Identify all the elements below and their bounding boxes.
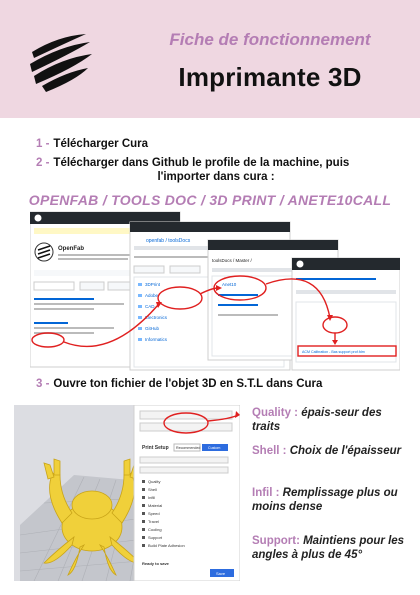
step-number: 3 - — [36, 378, 50, 390]
svg-text:Informatics: Informatics — [145, 337, 168, 342]
step-text: Télécharger dans Github le profile de la… — [53, 157, 350, 169]
prop-support: Support: Maintiens pour les angles à plu… — [252, 535, 405, 561]
svg-text:Speed: Speed — [148, 511, 160, 516]
github-org-name: OpenFab — [58, 246, 84, 252]
svg-text:Infill: Infill — [148, 495, 155, 500]
svg-text:Build Plate Adhesion: Build Plate Adhesion — [148, 543, 185, 548]
step-1: 1 - Télécharger Cura — [36, 138, 148, 150]
prop-quality: Quality : épais-seur des traits — [252, 407, 382, 433]
step-2: 2 - Télécharger dans Github le profile de… — [36, 156, 388, 184]
step-number: 2 - — [36, 157, 50, 169]
svg-text:Shell: Shell — [148, 487, 157, 492]
header-band: Fiche de fonctionnement Imprimante 3D — [0, 0, 420, 118]
svg-text:Support: Support — [148, 535, 163, 540]
svg-text:GitHub: GitHub — [145, 326, 160, 331]
svg-text:3DPrint: 3DPrint — [145, 282, 161, 287]
github-file-window: ACM Calibration - Bas support prof.fdm — [291, 257, 400, 371]
cura-ready-status: Ready to save — [142, 561, 170, 566]
svg-text:Cooling: Cooling — [148, 527, 162, 532]
step-text: Télécharger Cura — [53, 138, 149, 150]
svg-text:CAD: CAD — [145, 304, 155, 309]
github-path: OPENFAB / TOOLS DOC / 3D PRINT / ANETE10… — [28, 192, 392, 208]
svg-text:Material: Material — [148, 503, 162, 508]
github-file-row: Anet10 — [222, 282, 237, 287]
prop-shell: Shell : Choix de l'épaisseur — [252, 445, 402, 457]
github-file-highlight: ACM Calibration - Bas support prof.fdm — [302, 350, 365, 354]
github-master-path: toolsDocs / Master / — [212, 258, 253, 263]
page-title: Imprimante 3D — [178, 62, 362, 92]
svg-text:Travel: Travel — [148, 519, 159, 524]
prop-infill: Infil : Remplissage plus ou moins dense — [252, 487, 398, 513]
cura-mode-recommended[interactable]: Recommended — [176, 446, 200, 450]
step-number: 1 - — [36, 138, 50, 150]
cura-save-button[interactable]: Save — [216, 571, 226, 576]
github-repo-path: openfab / toolsDocs — [146, 238, 191, 244]
page-subtitle: Fiche de fonctionnement — [169, 30, 371, 49]
step-text-continued: l'importer dans cura : — [157, 171, 275, 183]
svg-text:Adobe: Adobe — [145, 293, 159, 298]
step-3: 3 - Ouvre ton fichier de l'objet 3D en S.… — [36, 378, 322, 390]
cura-panel-title: Print Setup — [142, 445, 169, 451]
cura-screenshot: Print Setup Recommended Custom Quality S… — [14, 405, 240, 581]
github-screenshot: OpenFab openfab / toolsDocs 3DPrint Adob… — [30, 211, 400, 371]
step-text: Ouvre ton fichier de l'objet 3D en S.T.L… — [53, 378, 323, 390]
brand-logo-icon — [30, 34, 92, 92]
cura-mode-custom[interactable]: Custom — [208, 446, 220, 450]
svg-text:Quality: Quality — [148, 479, 160, 484]
